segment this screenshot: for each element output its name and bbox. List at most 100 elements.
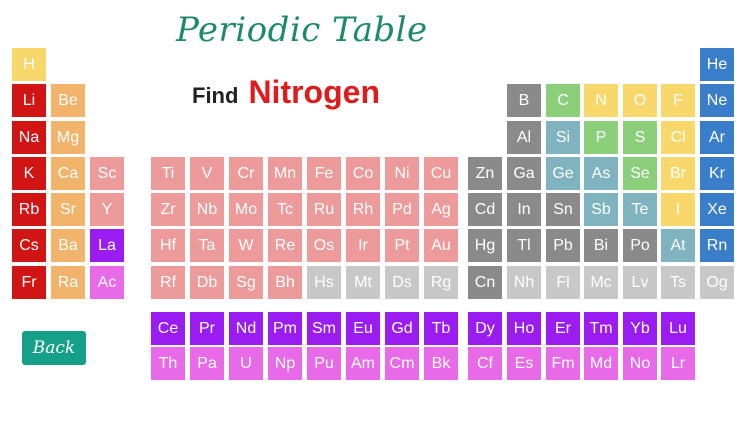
element-tile-pt[interactable]: Pt — [385, 229, 419, 262]
element-tile-md[interactable]: Md — [584, 347, 618, 380]
element-tile-sc[interactable]: Sc — [90, 157, 124, 190]
element-tile-pb[interactable]: Pb — [546, 229, 580, 262]
element-tile-tb[interactable]: Tb — [424, 312, 458, 345]
element-tile-sg[interactable]: Sg — [229, 266, 263, 299]
element-tile-c[interactable]: C — [546, 84, 580, 117]
element-tile-ca[interactable]: Ca — [51, 157, 85, 190]
element-tile-re[interactable]: Re — [268, 229, 302, 262]
element-tile-ti[interactable]: Ti — [151, 157, 185, 190]
element-tile-se[interactable]: Se — [623, 157, 657, 190]
element-tile-fl[interactable]: Fl — [546, 266, 580, 299]
element-tile-zr[interactable]: Zr — [151, 193, 185, 226]
element-tile-xe[interactable]: Xe — [700, 193, 734, 226]
element-tile-ne[interactable]: Ne — [700, 84, 734, 117]
element-tile-tc[interactable]: Tc — [268, 193, 302, 226]
element-tile-rf[interactable]: Rf — [151, 266, 185, 299]
element-tile-sb[interactable]: Sb — [584, 193, 618, 226]
element-tile-os[interactable]: Os — [307, 229, 341, 262]
element-tile-zn[interactable]: Zn — [468, 157, 502, 190]
element-tile-pd[interactable]: Pd — [385, 193, 419, 226]
element-tile-sn[interactable]: Sn — [546, 193, 580, 226]
element-tile-db[interactable]: Db — [190, 266, 224, 299]
element-tile-mn[interactable]: Mn — [268, 157, 302, 190]
element-tile-f[interactable]: F — [661, 84, 695, 117]
element-tile-h[interactable]: H — [12, 48, 46, 81]
element-tile-ac[interactable]: Ac — [90, 266, 124, 299]
element-tile-po[interactable]: Po — [623, 229, 657, 262]
element-tile-in[interactable]: In — [507, 193, 541, 226]
element-tile-nh[interactable]: Nh — [507, 266, 541, 299]
element-tile-rn[interactable]: Rn — [700, 229, 734, 262]
element-tile-eu[interactable]: Eu — [346, 312, 380, 345]
element-tile-es[interactable]: Es — [507, 347, 541, 380]
element-tile-ru[interactable]: Ru — [307, 193, 341, 226]
element-tile-sr[interactable]: Sr — [51, 193, 85, 226]
element-tile-na[interactable]: Na — [12, 121, 46, 154]
element-tile-mc[interactable]: Mc — [584, 266, 618, 299]
element-tile-hg[interactable]: Hg — [468, 229, 502, 262]
back-button[interactable]: Back — [22, 331, 86, 365]
element-tile-er[interactable]: Er — [546, 312, 580, 345]
element-tile-fe[interactable]: Fe — [307, 157, 341, 190]
element-tile-bh[interactable]: Bh — [268, 266, 302, 299]
element-tile-cl[interactable]: Cl — [661, 121, 695, 154]
element-tile-cu[interactable]: Cu — [424, 157, 458, 190]
element-tile-mt[interactable]: Mt — [346, 266, 380, 299]
element-tile-pr[interactable]: Pr — [190, 312, 224, 345]
element-tile-gd[interactable]: Gd — [385, 312, 419, 345]
element-tile-nd[interactable]: Nd — [229, 312, 263, 345]
element-tile-bi[interactable]: Bi — [584, 229, 618, 262]
element-tile-b[interactable]: B — [507, 84, 541, 117]
element-tile-v[interactable]: V — [190, 157, 224, 190]
element-tile-ge[interactable]: Ge — [546, 157, 580, 190]
element-tile-lr[interactable]: Lr — [661, 347, 695, 380]
element-tile-i[interactable]: I — [661, 193, 695, 226]
element-tile-th[interactable]: Th — [151, 347, 185, 380]
element-tile-tm[interactable]: Tm — [584, 312, 618, 345]
element-tile-ga[interactable]: Ga — [507, 157, 541, 190]
element-tile-as[interactable]: As — [584, 157, 618, 190]
element-tile-hf[interactable]: Hf — [151, 229, 185, 262]
element-tile-pm[interactable]: Pm — [268, 312, 302, 345]
element-tile-rh[interactable]: Rh — [346, 193, 380, 226]
element-tile-nb[interactable]: Nb — [190, 193, 224, 226]
element-tile-bk[interactable]: Bk — [424, 347, 458, 380]
element-tile-br[interactable]: Br — [661, 157, 695, 190]
element-tile-ds[interactable]: Ds — [385, 266, 419, 299]
element-tile-ts[interactable]: Ts — [661, 266, 695, 299]
element-tile-at[interactable]: At — [661, 229, 695, 262]
element-tile-u[interactable]: U — [229, 347, 263, 380]
element-tile-yb[interactable]: Yb — [623, 312, 657, 345]
element-tile-ho[interactable]: Ho — [507, 312, 541, 345]
element-tile-rb[interactable]: Rb — [12, 193, 46, 226]
element-tile-al[interactable]: Al — [507, 121, 541, 154]
element-tile-kr[interactable]: Kr — [700, 157, 734, 190]
element-tile-he[interactable]: He — [700, 48, 734, 81]
element-tile-y[interactable]: Y — [90, 193, 124, 226]
element-tile-la[interactable]: La — [90, 229, 124, 262]
element-tile-lv[interactable]: Lv — [623, 266, 657, 299]
element-tile-fr[interactable]: Fr — [12, 266, 46, 299]
element-tile-ni[interactable]: Ni — [385, 157, 419, 190]
element-tile-cr[interactable]: Cr — [229, 157, 263, 190]
element-tile-no[interactable]: No — [623, 347, 657, 380]
element-tile-mg[interactable]: Mg — [51, 121, 85, 154]
element-tile-be[interactable]: Be — [51, 84, 85, 117]
element-tile-au[interactable]: Au — [424, 229, 458, 262]
element-tile-dy[interactable]: Dy — [468, 312, 502, 345]
element-tile-cd[interactable]: Cd — [468, 193, 502, 226]
element-tile-ce[interactable]: Ce — [151, 312, 185, 345]
element-tile-ra[interactable]: Ra — [51, 266, 85, 299]
element-tile-n[interactable]: N — [584, 84, 618, 117]
element-tile-lu[interactable]: Lu — [661, 312, 695, 345]
element-tile-ar[interactable]: Ar — [700, 121, 734, 154]
element-tile-cf[interactable]: Cf — [468, 347, 502, 380]
element-tile-ag[interactable]: Ag — [424, 193, 458, 226]
element-tile-rg[interactable]: Rg — [424, 266, 458, 299]
element-tile-am[interactable]: Am — [346, 347, 380, 380]
element-tile-w[interactable]: W — [229, 229, 263, 262]
element-tile-tl[interactable]: Tl — [507, 229, 541, 262]
element-tile-s[interactable]: S — [623, 121, 657, 154]
element-tile-o[interactable]: O — [623, 84, 657, 117]
element-tile-co[interactable]: Co — [346, 157, 380, 190]
